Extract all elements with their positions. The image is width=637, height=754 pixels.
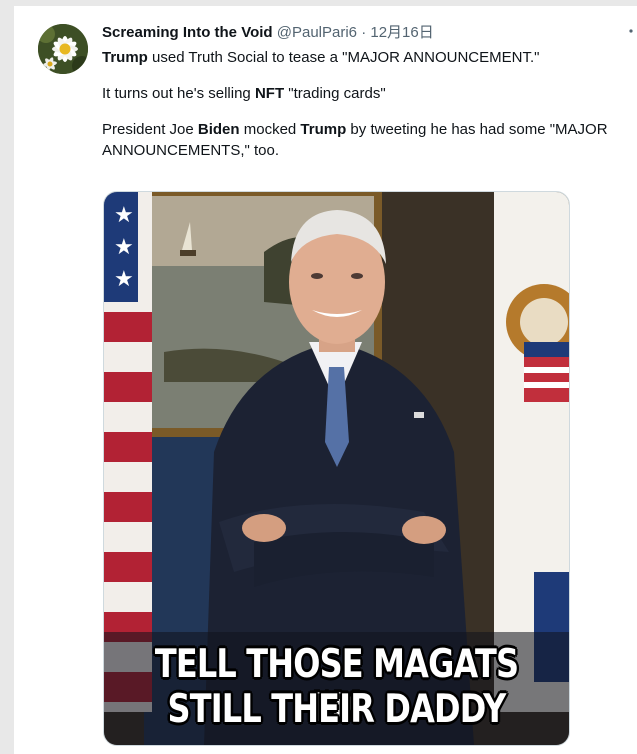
tweet-paragraph: Trump used Truth Social to tease a "MAJO… [102,47,637,68]
svg-text:★: ★ [114,203,134,228]
author-avatar[interactable] [38,24,88,74]
tweet-highlight-text: Trump [300,121,347,138]
tweet-paragraph: President Joe Biden mocked Trump by twee… [102,119,637,161]
tweet-text-run: mocked [239,121,301,138]
tweet-card[interactable]: Screaming Into the Void @PaulPari6 · 12月… [14,6,637,754]
header-separator: · [361,24,367,41]
tweet-text-run: used Truth Social to tease a "MAJOR ANNO… [147,49,540,66]
tweet-header: Screaming Into the Void @PaulPari6 · 12月… [102,23,434,43]
tweet-highlight-text: NFT [254,85,285,102]
tweet-highlight-text: Trump [102,49,148,66]
author-name[interactable]: Screaming Into the Void [102,24,273,41]
meme-caption-line-2: STILL THEIR DADDY [167,687,506,732]
tweet-timestamp[interactable]: 12月16日 [370,24,433,41]
author-handle[interactable]: @PaulPari6 [277,24,357,41]
tweet-media-image[interactable]: ★ ★ ★ TELL THOSE MAGATS I'M STILL THEIR … [103,191,570,746]
svg-text:★: ★ [114,235,134,260]
more-icon[interactable] [629,20,635,36]
tweet-text: Trump used Truth Social to tease a "MAJO… [102,47,637,176]
more-dot-icon [629,29,633,33]
tweet-text-run: "trading cards" [284,85,386,102]
tweet-paragraph: It turns out he's selling NFT "trading c… [102,83,637,104]
tweet-highlight-text: Biden [197,121,240,138]
tweet-text-run: It turns out he's selling [102,85,255,102]
svg-text:★: ★ [114,267,134,292]
tweet-text-run: President Joe [102,121,198,138]
daisy-avatar-image [38,24,88,74]
